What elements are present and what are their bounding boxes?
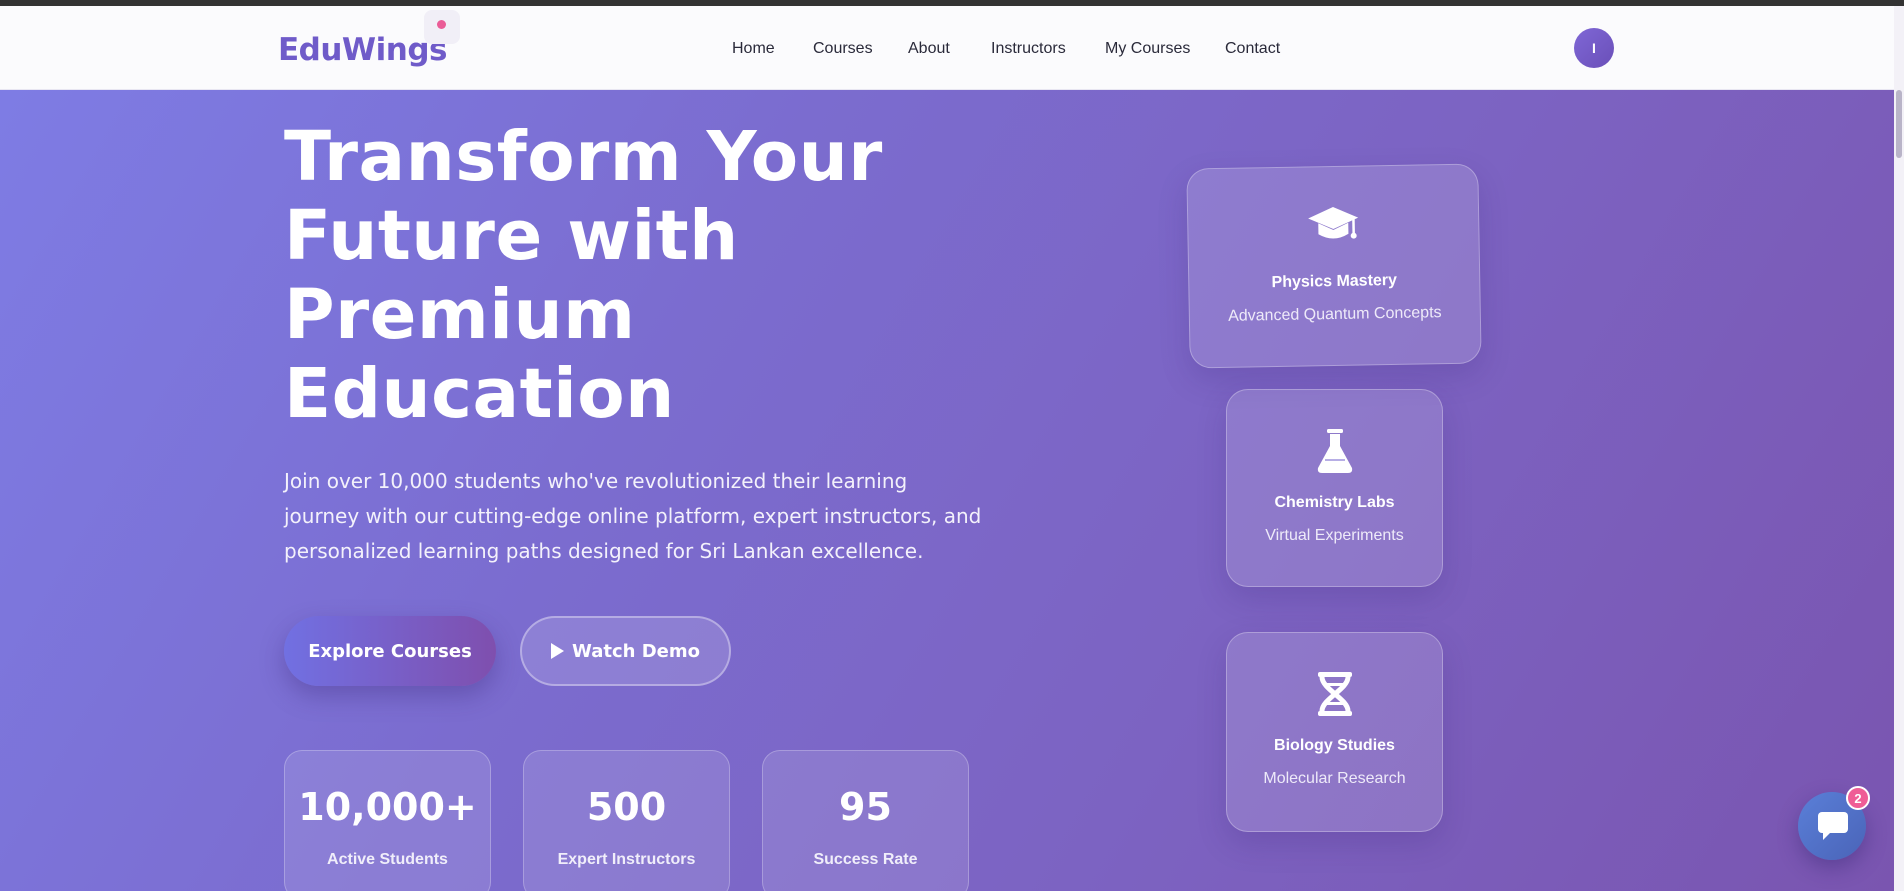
stat-label: Active Students: [327, 851, 448, 868]
flask-icon: [1315, 428, 1355, 479]
watch-demo-button[interactable]: Watch Demo: [520, 616, 731, 686]
card-subtitle: Virtual Experiments: [1265, 527, 1404, 544]
hero-title: Transform Your Future with Premium Educa…: [284, 118, 924, 434]
site-logo[interactable]: EduWings: [278, 32, 447, 68]
nav-about[interactable]: About: [908, 40, 950, 58]
hero-section: Transform Your Future with Premium Educa…: [0, 90, 1894, 891]
stat-card: 10,000+ Active Students: [284, 750, 491, 891]
stat-value: 95: [839, 785, 892, 829]
nav-contact[interactable]: Contact: [1225, 40, 1280, 58]
stat-card: 95 Success Rate: [762, 750, 969, 891]
card-title: Biology Studies: [1274, 737, 1395, 754]
stat-value: 10,000+: [298, 785, 477, 829]
scrollbar-thumb[interactable]: [1896, 90, 1902, 158]
hero-title-line: Education: [284, 354, 675, 434]
stat-value: 500: [586, 785, 667, 829]
card-subtitle: Molecular Research: [1263, 770, 1406, 787]
notification-dot-icon: [437, 20, 446, 29]
explore-courses-button[interactable]: Explore Courses: [284, 616, 496, 686]
dna-icon: [1316, 671, 1354, 722]
stat-label: Expert Instructors: [557, 851, 696, 868]
chat-unread-badge: 2: [1846, 786, 1870, 810]
hero-description: Join over 10,000 students who've revolut…: [284, 469, 982, 563]
course-card-chemistry[interactable]: Chemistry Labs Virtual Experiments: [1226, 389, 1443, 587]
course-card-biology[interactable]: Biology Studies Molecular Research: [1226, 632, 1443, 832]
play-icon: [551, 643, 564, 659]
nav-home[interactable]: Home: [732, 40, 775, 58]
nav-courses[interactable]: Courses: [813, 40, 873, 58]
course-card-physics[interactable]: Physics Mastery Advanced Quantum Concept…: [1186, 163, 1482, 369]
stat-card: 500 Expert Instructors: [523, 750, 730, 891]
card-subtitle: Advanced Quantum Concepts: [1227, 304, 1442, 325]
user-avatar[interactable]: I: [1574, 28, 1614, 68]
nav-instructors[interactable]: Instructors: [991, 40, 1066, 58]
site-header: EduWings Home Courses About Instructors …: [0, 6, 1894, 90]
nav-my-courses[interactable]: My Courses: [1105, 40, 1190, 58]
hero-title-line: Premium: [284, 275, 636, 355]
chat-bubble-icon: [1818, 812, 1848, 845]
hero-title-line: Transform Your: [284, 117, 883, 197]
card-title: Physics Mastery: [1271, 271, 1398, 292]
stat-label: Success Rate: [813, 851, 918, 868]
watch-demo-label: Watch Demo: [572, 640, 700, 662]
explore-courses-label: Explore Courses: [308, 640, 472, 662]
card-title: Chemistry Labs: [1274, 494, 1395, 511]
hero-title-line: Future with: [284, 196, 739, 276]
graduation-cap-icon: [1306, 205, 1361, 251]
